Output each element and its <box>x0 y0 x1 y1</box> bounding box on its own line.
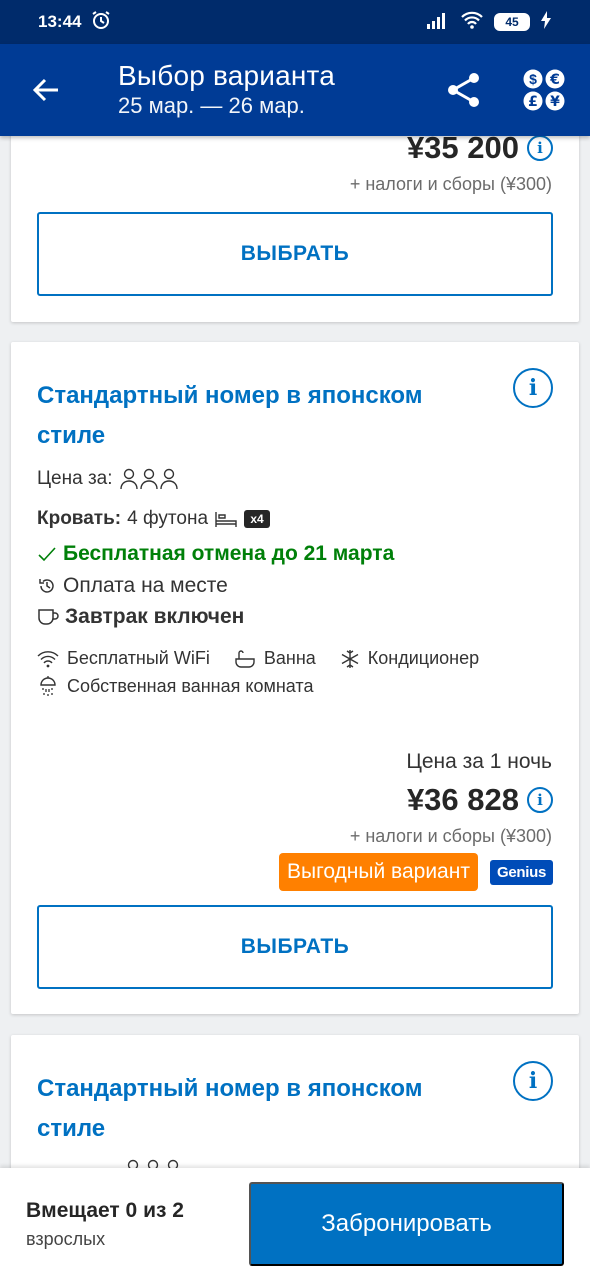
status-time: 13:44 <box>38 12 82 31</box>
free-cancel-row: Бесплатная отмена до 21 марта <box>37 542 394 566</box>
app-header: Выбор варианта 25 мар. — 26 мар. $ € £ ¥ <box>0 44 590 136</box>
svg-text:¥: ¥ <box>550 94 560 110</box>
free-cancellation: Бесплатная отмена до 21 марта <box>63 542 395 565</box>
stay-dates: 25 мар. — 26 мар. <box>118 93 305 118</box>
taxes-note: + налоги и сборы (¥300) <box>349 174 552 194</box>
price-info-icon[interactable]: i <box>527 787 553 813</box>
bed-row: Кровать: 4 футона x4 <box>37 508 271 530</box>
snowflake-icon <box>341 649 359 668</box>
occupancy-summary: Вмещает 0 из 2 взрослых <box>0 1199 250 1250</box>
amenity-bath: Ванна <box>263 648 316 668</box>
badges: Выгодный вариант Genius <box>279 853 553 891</box>
bed-count-badge: x4 <box>244 510 271 528</box>
history-clock-icon <box>39 579 54 593</box>
currency-icon: $ € £ ¥ <box>523 69 565 111</box>
deal-badge: Выгодный вариант <box>279 853 478 891</box>
room-title[interactable]: Стандартный номер в японском стиле <box>37 376 477 456</box>
occupancy-unit: взрослых <box>26 1228 106 1249</box>
amenity-ac: Кондиционер <box>367 648 480 668</box>
pay-on-site-row: Оплата на месте <box>37 574 228 598</box>
three-persons-icon <box>119 468 178 490</box>
price-for-label: Цена за: <box>37 468 113 489</box>
battery-indicator: 45 <box>494 13 530 31</box>
back-button[interactable] <box>0 44 92 136</box>
room-title[interactable]: Стандартный номер в японском стиле <box>37 1069 477 1149</box>
occupancy-count: Вмещает 0 из 2 <box>26 1198 184 1222</box>
select-button[interactable]: ВЫБРАТЬ <box>37 212 553 296</box>
svg-text:£: £ <box>528 94 538 110</box>
wifi-icon <box>37 650 59 667</box>
signal-icon <box>426 11 450 34</box>
shower-icon <box>40 676 56 696</box>
bed-value: 4 футона <box>127 508 209 529</box>
amenity-private-bathroom: Собственная ванная комната <box>67 675 314 696</box>
status-bar: 13:44 45 <box>0 0 590 44</box>
charging-icon <box>540 10 552 34</box>
pay-on-site: Оплата на месте <box>63 574 228 597</box>
room-price: ¥36 828 <box>406 782 519 817</box>
svg-text:€: € <box>549 72 560 88</box>
coffee-cup-icon <box>38 609 59 625</box>
room-info-icon[interactable]: i <box>513 368 553 408</box>
arrow-left-icon <box>32 78 58 102</box>
bathtub-icon <box>235 649 255 668</box>
price-row: ¥36 828 i <box>407 782 553 818</box>
price-for-row: Цена за: <box>37 468 179 490</box>
share-button[interactable] <box>434 44 494 136</box>
svg-text:$: $ <box>529 71 537 87</box>
bottom-bar: Вмещает 0 из 2 взрослых Забронировать <box>0 1168 590 1280</box>
room-card: ¥35 200 i + налоги и сборы (¥300) ВЫБРАТ… <box>11 120 579 322</box>
room-info-icon[interactable]: i <box>513 1061 553 1101</box>
book-button[interactable]: Забронировать <box>249 1182 564 1266</box>
share-icon <box>448 73 479 107</box>
price-info-icon[interactable]: i <box>527 135 553 161</box>
room-card: Стандартный номер в японском стиле i Цен… <box>11 342 579 1014</box>
breakfast-included: Завтрак включен <box>65 605 245 628</box>
genius-badge: Genius <box>489 859 553 885</box>
wifi-icon <box>460 11 484 34</box>
breakfast-row: Завтрак включен <box>37 605 244 629</box>
amenity-wifi: Бесплатный WiFi <box>67 648 210 668</box>
bed-label: Кровать: <box>37 508 122 529</box>
amenities-row: Бесплатный WiFi Ванна Кондиционер <box>37 648 479 669</box>
select-button[interactable]: ВЫБРАТЬ <box>37 905 553 989</box>
page-title: Выбор варианта <box>118 60 336 91</box>
per-night-label: Цена за 1 ночь <box>406 750 552 773</box>
taxes-note: + налоги и сборы (¥300) <box>349 826 552 846</box>
alarm-icon <box>91 10 111 35</box>
amenities-row-2: Собственная ванная комната <box>37 675 313 697</box>
currency-button[interactable]: $ € £ ¥ <box>514 44 574 136</box>
header-titles: Выбор варианта 25 мар. — 26 мар. <box>92 60 434 120</box>
bed-icon <box>215 512 237 527</box>
checkmark-icon <box>38 547 56 562</box>
